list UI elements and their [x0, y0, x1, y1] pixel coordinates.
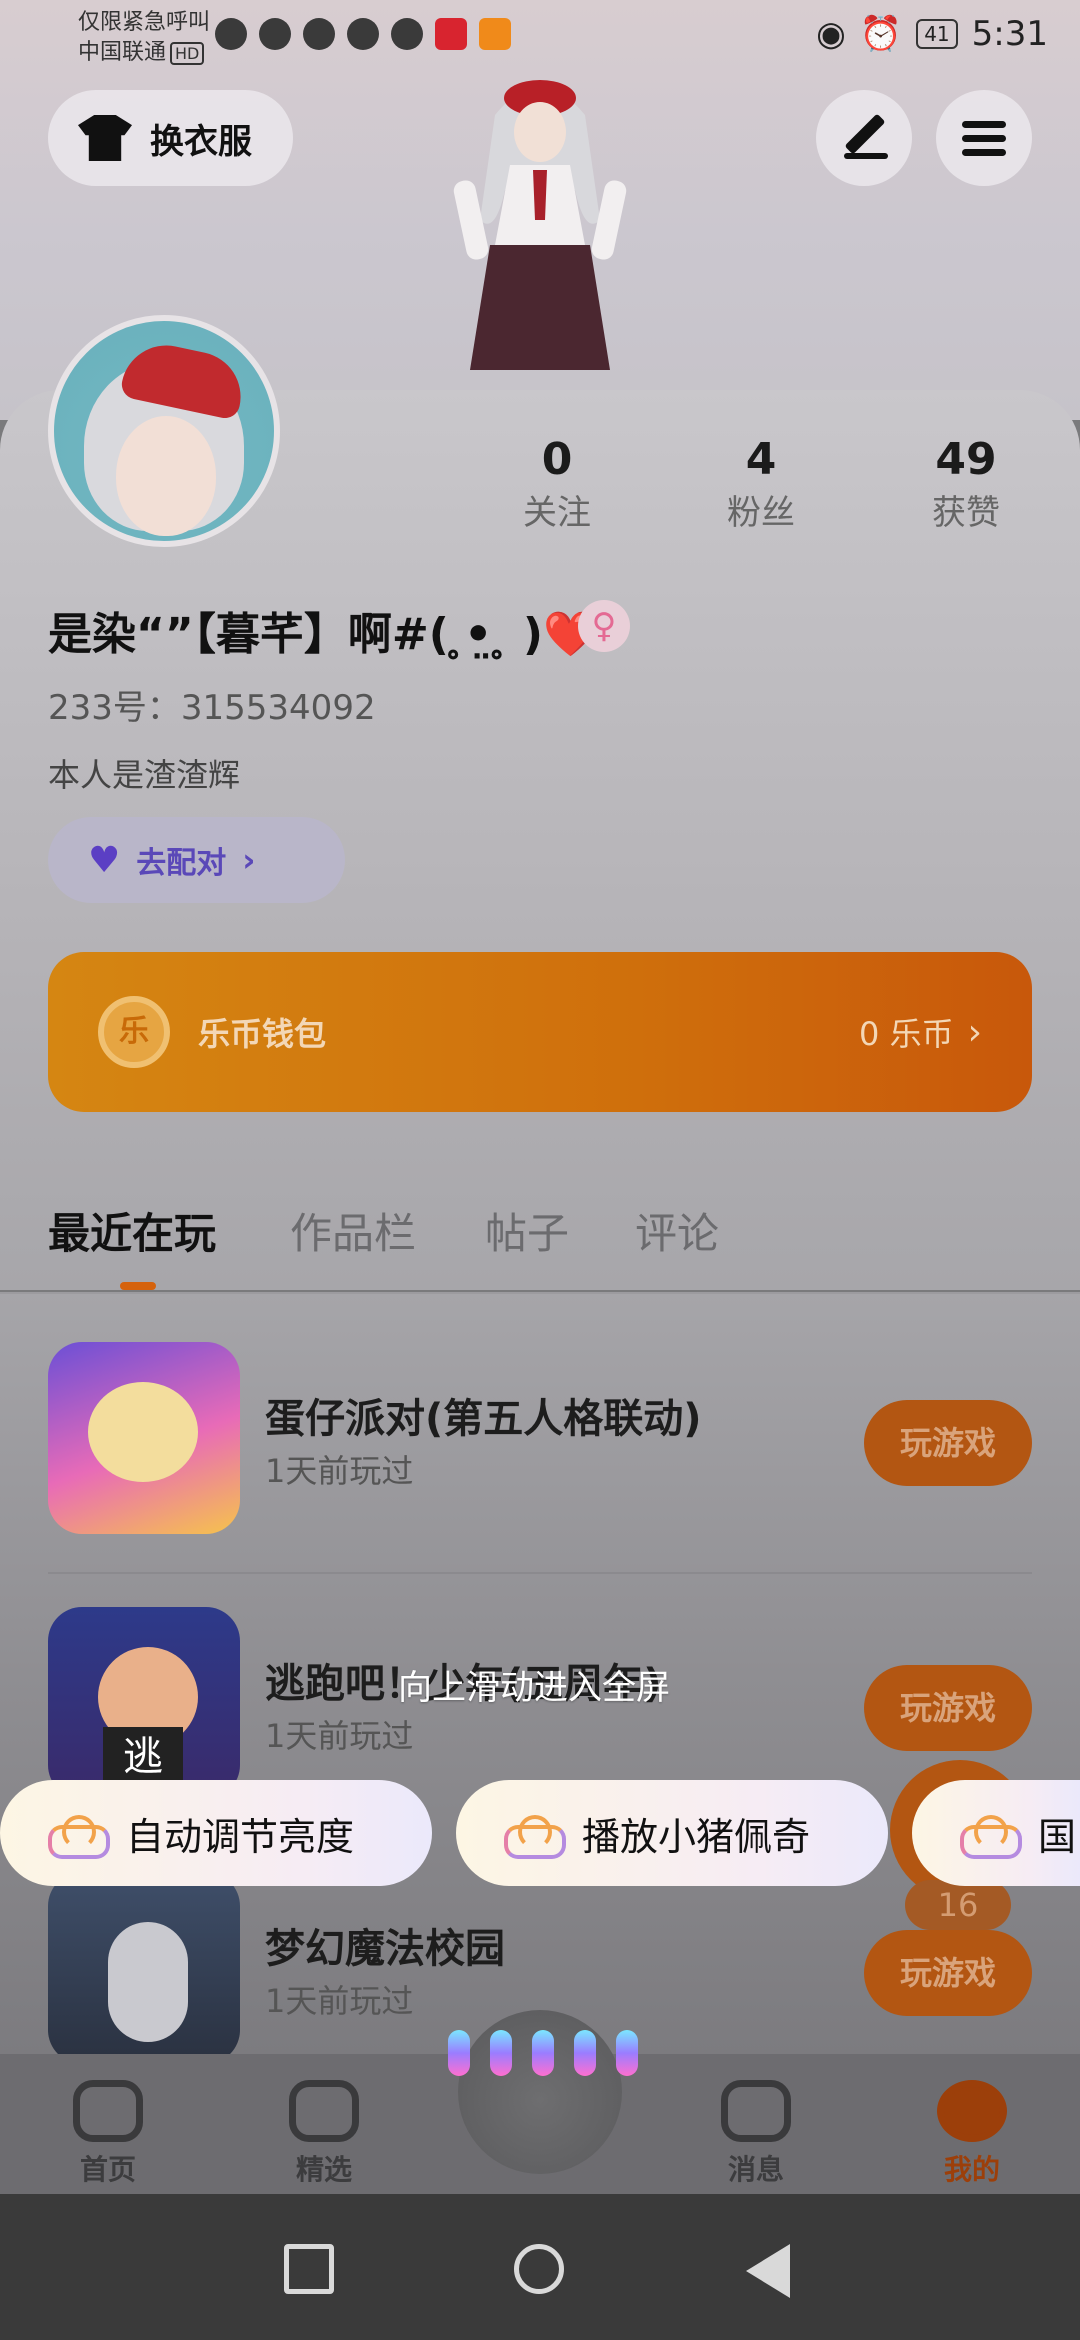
chevron-right-icon: ›	[967, 1011, 982, 1053]
avatar[interactable]	[48, 315, 280, 547]
fans-label: 粉丝	[727, 493, 795, 533]
tab-indicator	[120, 1282, 156, 1290]
play-game-button[interactable]: 玩游戏	[864, 1665, 1032, 1751]
nav-home-label: 首页	[79, 2153, 136, 2186]
alarm-icon: ⏰	[859, 14, 903, 54]
status-bar: 仅限紧急呼叫 中国联通 HD ◉ ⏰ 41 5:31	[0, 0, 1080, 72]
game-last-played: 1天前玩过	[265, 1982, 414, 2020]
clock: 5:31	[971, 14, 1048, 54]
following-count: 0	[541, 434, 573, 485]
shirt-icon	[78, 115, 132, 161]
stat-following[interactable]: 0 关注	[487, 430, 627, 536]
change-outfit-button[interactable]: 换衣服	[48, 90, 293, 186]
tab-posts[interactable]: 帖子	[485, 1200, 569, 1261]
play-game-button[interactable]: 玩游戏	[864, 1400, 1032, 1486]
carrier-info: 仅限紧急呼叫 中国联通 HD	[78, 8, 210, 69]
carrier-line-2: 中国联通	[78, 40, 167, 65]
hamburger-icon	[962, 114, 1006, 163]
play-game-button[interactable]: 玩游戏	[864, 1930, 1032, 2016]
change-outfit-label: 换衣服	[150, 121, 252, 162]
gamepad-icon	[73, 2080, 143, 2142]
username: 是染“”【暮芊】啊#( ̥•̤ ̥ )❤️	[48, 609, 598, 660]
tab-comments[interactable]: 评论	[635, 1200, 719, 1261]
likes-count: 49	[935, 434, 997, 485]
nav-featured-label: 精选	[295, 2153, 352, 2186]
game-last-played: 1天前玩过	[265, 1452, 414, 1490]
nav-featured[interactable]: 精选	[264, 2080, 384, 2188]
game-thumbnail[interactable]	[48, 1342, 240, 1534]
home-button[interactable]	[514, 2244, 564, 2294]
cloud-icon	[500, 1813, 566, 1859]
back-button[interactable]	[746, 2244, 790, 2298]
heart-icon: ♥	[88, 839, 121, 881]
cloud-icon	[44, 1813, 110, 1859]
fans-count: 4	[745, 434, 777, 485]
system-status: ◉ ⏰ 41 5:31	[816, 14, 1048, 54]
voice-assistant-indicator	[448, 2030, 638, 2076]
cloud-icon	[956, 1813, 1022, 1859]
game-last-played: 1天前玩过	[265, 1717, 414, 1755]
voice-suggestion-chip[interactable]: 自动调节亮度	[0, 1780, 432, 1886]
system-nav-bar	[0, 2194, 1080, 2340]
voice-suggestion-chip[interactable]: 国	[912, 1780, 1080, 1886]
pen-icon	[816, 90, 912, 186]
play-icon	[479, 18, 511, 50]
wallet-balance: 0 乐币	[859, 1015, 954, 1053]
suggestion-label: 国	[1038, 1814, 1077, 1859]
browser-icon	[303, 18, 335, 50]
suggestion-label: 播放小猪佩奇	[582, 1814, 811, 1859]
game-thumbnail[interactable]	[48, 1872, 240, 2064]
hd-badge: HD	[170, 42, 205, 65]
swipe-hint: 向上滑动进入全屏	[398, 1668, 670, 1708]
user-id: 233号：315534092	[48, 688, 376, 728]
wallet-card[interactable]: 乐 乐币钱包 0 乐币 ›	[48, 952, 1032, 1112]
nav-messages-label: 消息	[727, 2153, 784, 2186]
nav-messages[interactable]: 消息	[696, 2080, 816, 2188]
match-button[interactable]: ♥ 去配对 ›	[48, 817, 345, 903]
list-item[interactable]: 蛋仔派对(第五人格联动) 1天前玩过 玩游戏	[0, 1294, 1080, 1534]
avatar-3d-character[interactable]	[435, 70, 645, 390]
tab-recent-play[interactable]: 最近在玩	[48, 1200, 216, 1261]
stat-fans[interactable]: 4 粉丝	[691, 430, 831, 536]
female-icon: ♀	[578, 600, 630, 652]
menu-button[interactable]	[936, 90, 1032, 186]
user-bio: 本人是渣渣辉	[48, 756, 241, 794]
chat-icon	[721, 2080, 791, 2142]
following-label: 关注	[523, 493, 591, 533]
wallet-title: 乐币钱包	[198, 1015, 327, 1053]
nav-home[interactable]: 首页	[48, 2080, 168, 2188]
game-title: 蛋仔派对(第五人格联动)	[265, 1396, 702, 1442]
likes-label: 获赞	[932, 493, 1000, 533]
match-label: 去配对	[136, 846, 227, 881]
game-thumbnail[interactable]: 逃	[48, 1607, 240, 1799]
notification-icons	[215, 18, 511, 50]
recents-button[interactable]	[284, 2244, 334, 2294]
face-icon	[937, 2080, 1007, 2142]
stat-likes[interactable]: 49 获赞	[896, 430, 1036, 536]
chevron-right-icon: ›	[242, 841, 256, 879]
hotspot-icon	[259, 18, 291, 50]
app-icon	[435, 18, 467, 50]
game-title: 梦幻魔法校园	[265, 1926, 505, 1972]
battery-level: 41	[916, 19, 958, 49]
wechat-icon	[391, 18, 423, 50]
suggestion-label: 自动调节亮度	[126, 1814, 355, 1859]
coin-icon: 乐	[98, 996, 170, 1068]
tab-works[interactable]: 作品栏	[290, 1200, 416, 1261]
signal-icon	[215, 18, 247, 50]
nav-me-label: 我的	[943, 2153, 1000, 2186]
heart-shield-icon	[289, 2080, 359, 2142]
content-tabs: 最近在玩 作品栏 帖子 评论	[0, 1180, 1080, 1290]
carrier-line-1: 仅限紧急呼叫	[78, 10, 211, 35]
nav-me[interactable]: 我的	[912, 2080, 1032, 2188]
wechat-icon	[347, 18, 379, 50]
voice-suggestion-chip[interactable]: 播放小猪佩奇	[456, 1780, 888, 1886]
count-badge: 16	[905, 1880, 1011, 1930]
eye-icon: ◉	[816, 14, 846, 54]
edit-profile-button[interactable]	[816, 90, 912, 186]
